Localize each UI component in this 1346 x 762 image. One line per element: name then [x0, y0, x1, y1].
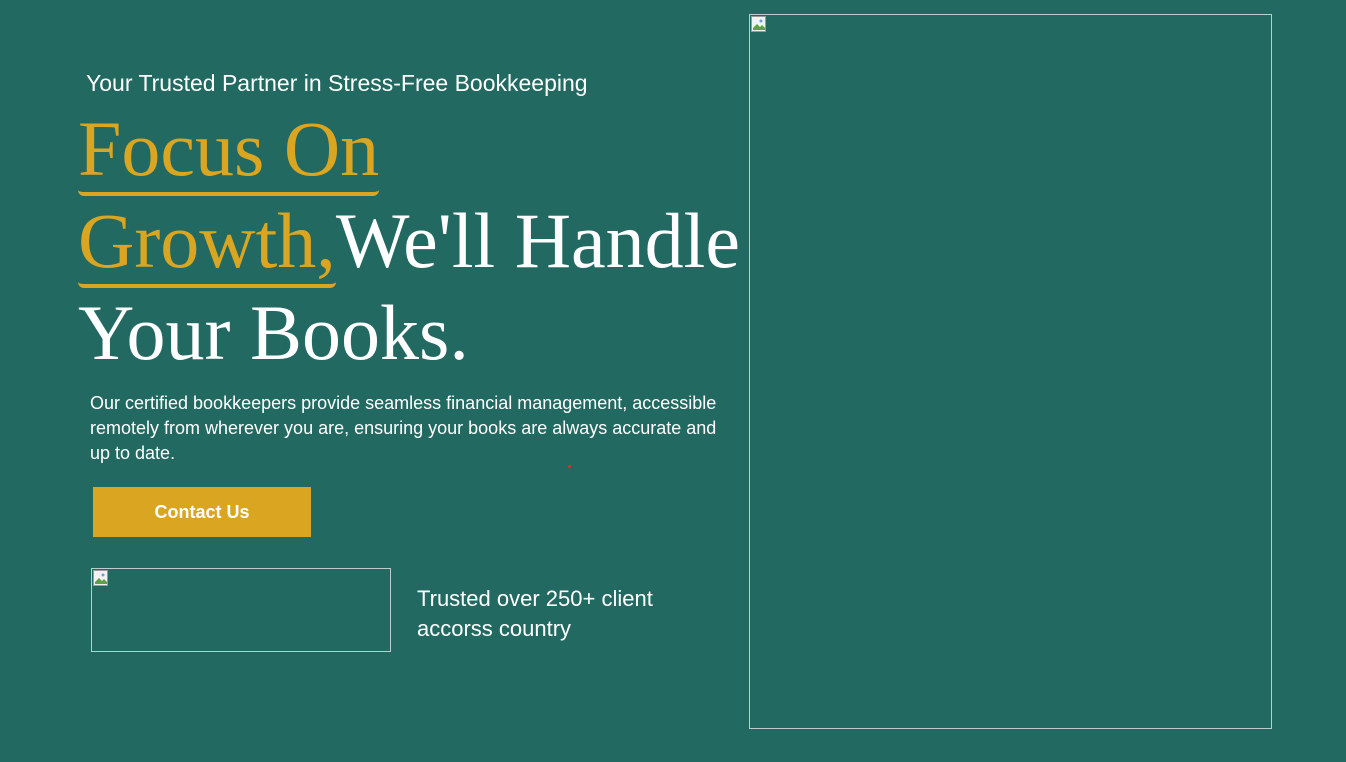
hero-tagline: Your Trusted Partner in Stress-Free Book… [86, 70, 588, 96]
hero-description: Our certified bookkeepers provide seamle… [90, 393, 717, 463]
stray-dot [568, 465, 571, 468]
headline-handle: We'll Handle [335, 197, 740, 284]
headline-line-1: Focus On [78, 103, 778, 196]
contact-us-button[interactable]: Contact Us [93, 487, 311, 537]
headline-line-2: Growth,We'll Handle [78, 195, 778, 288]
headline-accent-focus: Focus On [78, 105, 380, 196]
hero-image [749, 14, 1272, 729]
trust-text: Trusted over 250+ client accorss country [417, 586, 653, 641]
broken-image-icon [751, 16, 766, 32]
headline-line-3: Your Books. [78, 289, 469, 376]
broken-image-icon [93, 570, 108, 586]
clients-logos-image [91, 568, 391, 652]
headline-accent-growth: Growth, [78, 197, 336, 288]
hero-headline: Focus On Growth,We'll Handle Your Books. [78, 103, 778, 379]
